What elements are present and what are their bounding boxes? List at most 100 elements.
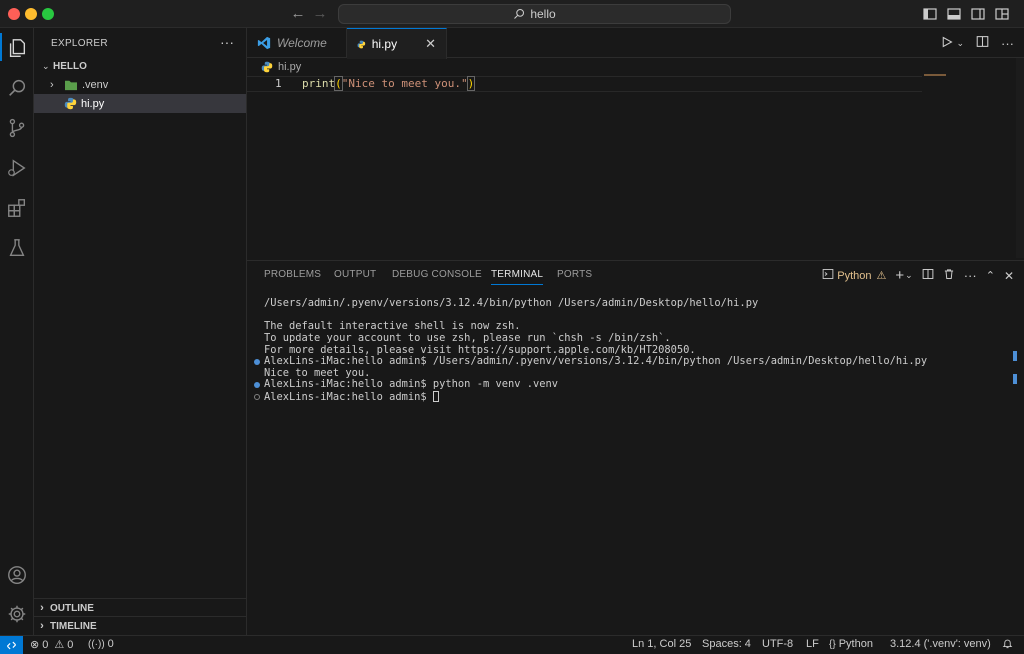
folder-icon [65, 80, 77, 90]
sidebar-title: EXPLORER [51, 38, 108, 49]
maximize-panel-chevron-up-icon[interactable]: ⌃ [986, 269, 995, 282]
run-dropdown-chevron-icon[interactable]: ⌄ [956, 38, 964, 49]
split-editor-icon[interactable] [976, 35, 989, 51]
vscode-logo-icon [257, 36, 271, 50]
warning-icon: ⚠ [54, 639, 65, 651]
tab-debug-console[interactable]: DEBUG CONSOLE [392, 269, 482, 280]
more-actions-icon[interactable]: ··· [220, 34, 234, 50]
toggle-primary-sidebar-icon[interactable] [922, 6, 938, 22]
close-panel-icon[interactable]: ✕ [1004, 269, 1014, 283]
split-terminal-icon[interactable] [922, 268, 934, 283]
outline-section[interactable]: › OUTLINE [34, 598, 246, 617]
tab-output[interactable]: OUTPUT [334, 269, 376, 280]
warning-icon: ⚠ [876, 270, 887, 282]
remote-indicator[interactable] [0, 636, 23, 654]
tab-ports[interactable]: PORTS [557, 269, 592, 280]
minimize-window-button[interactable] [25, 8, 37, 20]
terminal-scrollbar-marker [1013, 351, 1017, 361]
folder-root[interactable]: ⌄ HELLO [34, 57, 246, 76]
terminal-name[interactable]: Python [837, 270, 871, 282]
python-interpreter[interactable]: 3.12.4 ('.venv': venv) [890, 638, 991, 650]
end-of-line[interactable]: LF [806, 638, 819, 650]
tab-terminal[interactable]: TERMINAL [491, 269, 544, 285]
customize-layout-icon[interactable] [994, 6, 1010, 22]
python-file-icon [357, 40, 366, 48]
error-count: 0 [42, 638, 49, 651]
terminal-line: To update your account to use zsh, pleas… [264, 332, 671, 344]
terminal-line: The default interactive shell is now zsh… [264, 320, 521, 332]
run-and-debug-icon[interactable] [3, 154, 31, 182]
source-control-icon[interactable] [3, 114, 31, 142]
terminal-dropdown-chevron-icon[interactable]: ⌄ [905, 270, 913, 281]
breadcrumb: hi.py [261, 60, 301, 74]
forward-arrow-icon[interactable]: → [311, 5, 329, 23]
python-file-icon [261, 61, 273, 73]
chevron-right-icon: › [40, 620, 44, 632]
tab-problems[interactable]: PROBLEMS [264, 269, 321, 280]
title-bar: ← → hello [0, 0, 1024, 28]
timeline-section[interactable]: › TIMELINE [34, 616, 246, 635]
search-icon [514, 8, 525, 19]
minimap[interactable] [924, 74, 946, 76]
breadcrumb-file[interactable]: hi.py [278, 61, 301, 73]
ports-status[interactable]: ((·)) 0 [88, 638, 114, 650]
remote-icon [6, 641, 17, 649]
warning-count: 0 [67, 638, 74, 651]
tab-welcome[interactable]: Welcome [247, 28, 347, 58]
search-icon[interactable] [3, 74, 31, 102]
command-success-marker[interactable] [254, 382, 260, 388]
bottom-panel: PROBLEMS OUTPUT DEBUG CONSOLE TERMINAL P… [247, 260, 1024, 635]
cursor-position[interactable]: Ln 1, Col 25 [632, 638, 691, 650]
language-mode[interactable]: {} Python [829, 638, 873, 650]
editor-more-actions-icon[interactable]: ··· [1001, 36, 1014, 51]
terminal-prompt-line: AlexLins-iMac:hello admin$ [264, 391, 439, 404]
terminal-line: /Users/admin/.pyenv/versions/3.12.4/bin/… [264, 297, 759, 309]
problems-status[interactable]: ⊗ 0 ⚠ 0 [30, 638, 74, 652]
terminal-prompt: AlexLins-iMac:hello admin$ [264, 391, 433, 403]
kill-terminal-trash-icon[interactable] [943, 268, 955, 283]
tree-item-venv[interactable]: › .venv [34, 75, 246, 94]
outline-label: OUTLINE [50, 602, 94, 614]
tab-hi-py[interactable]: hi.py ✕ [347, 28, 447, 59]
tree-item-hi-py[interactable]: hi.py [34, 94, 246, 113]
panel-more-actions-icon[interactable]: ··· [964, 268, 977, 283]
broadcast-icon: ((·)) [88, 638, 105, 650]
chevron-right-icon: › [40, 602, 44, 614]
indentation[interactable]: Spaces: 4 [702, 638, 751, 650]
testing-flask-icon[interactable] [3, 234, 31, 262]
tab-label: hi.py [371, 37, 398, 51]
editor-tab-bar: Welcome hi.py ✕ ⌄ ··· [247, 28, 1024, 59]
chevron-down-icon: ⌄ [42, 61, 50, 71]
activity-bar [0, 28, 34, 635]
braces-icon: {} [829, 638, 836, 650]
code-paren-open: ( [334, 76, 343, 91]
command-center-search[interactable]: hello [338, 4, 731, 24]
code-line[interactable]: print("Nice to meet you.") [302, 76, 476, 91]
manage-gear-icon[interactable] [3, 600, 31, 628]
explorer-icon[interactable] [3, 34, 31, 62]
accounts-icon[interactable] [3, 561, 31, 589]
notifications-bell-icon[interactable] [1002, 638, 1013, 649]
new-terminal-plus-icon[interactable]: + [895, 267, 904, 284]
command-pending-marker [254, 394, 260, 400]
explorer-sidebar: EXPLORER ··· ⌄ HELLO › .venv hi.py › OUT… [34, 28, 247, 635]
command-success-marker[interactable] [254, 359, 260, 365]
toggle-secondary-sidebar-icon[interactable] [970, 6, 986, 22]
terminal-line: AlexLins-iMac:hello admin$ /Users/admin/… [264, 355, 928, 367]
terminal-line: AlexLins-iMac:hello admin$ python -m ven… [264, 378, 559, 390]
folder-root-label: HELLO [53, 61, 87, 72]
ports-count: 0 [107, 638, 114, 650]
toggle-panel-icon[interactable] [946, 6, 962, 22]
close-window-button[interactable] [8, 8, 20, 20]
error-icon: ⊗ [30, 639, 40, 651]
code-function: print [302, 77, 336, 90]
close-tab-icon[interactable]: ✕ [425, 36, 436, 52]
extensions-icon[interactable] [3, 194, 31, 222]
maximize-window-button[interactable] [42, 8, 54, 20]
encoding[interactable]: UTF-8 [762, 638, 793, 650]
language-label: Python [838, 638, 873, 650]
back-arrow-icon[interactable]: ← [289, 5, 307, 23]
run-python-file-icon[interactable] [941, 36, 954, 51]
code-string: "Nice to meet you." [341, 77, 468, 90]
editor-scrollbar[interactable] [1016, 58, 1024, 258]
